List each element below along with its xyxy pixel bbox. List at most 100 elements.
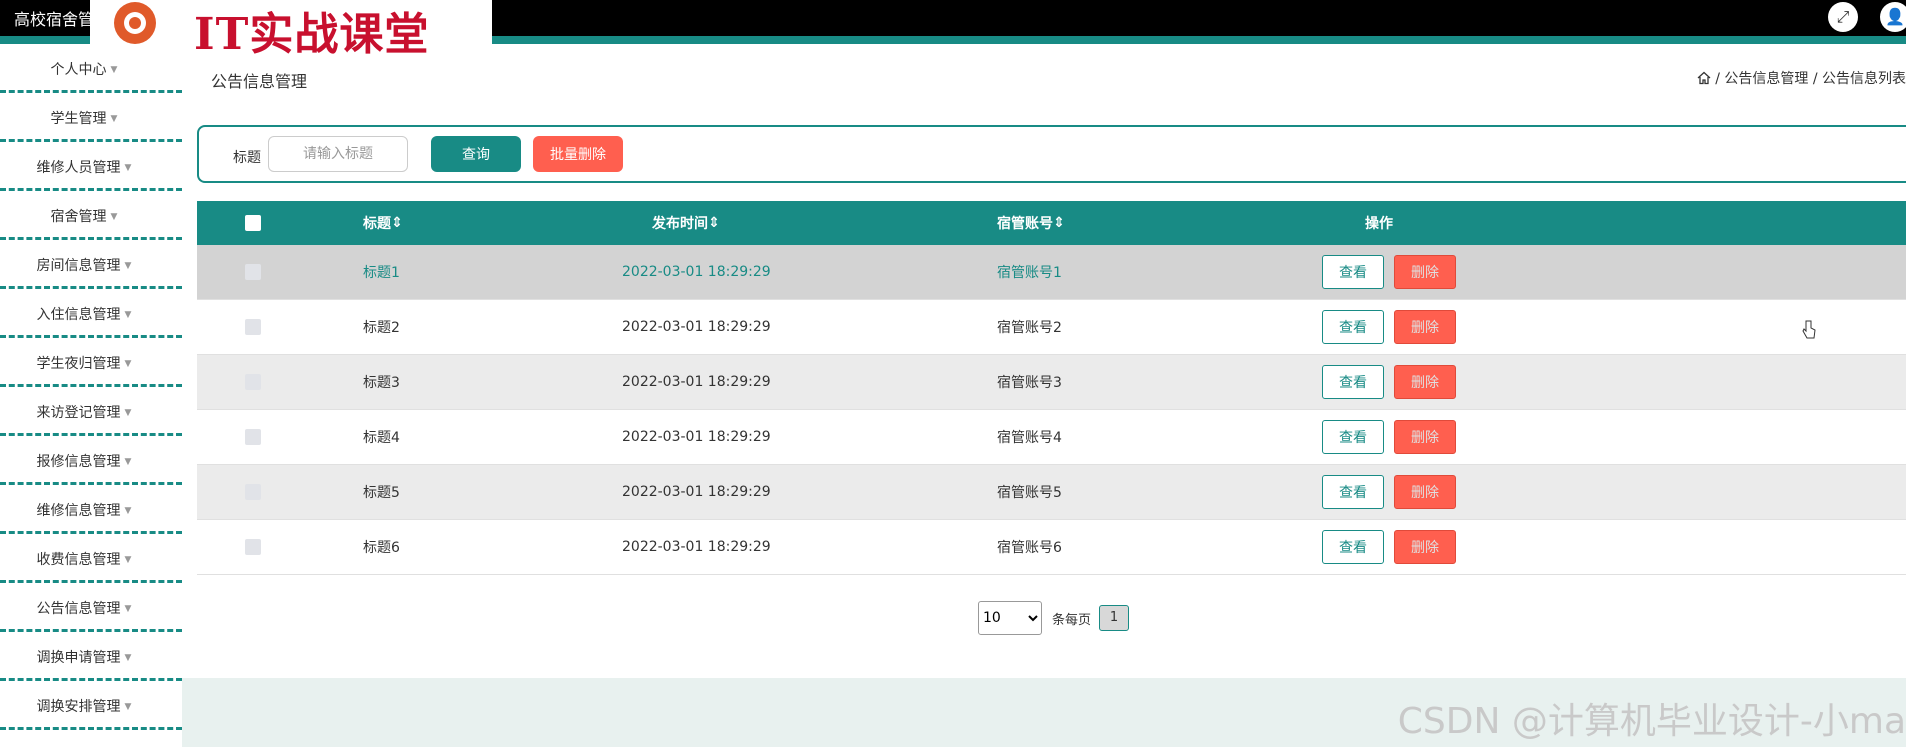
row-account: 宿管账号1 [997, 265, 1062, 281]
header-account[interactable]: 宿管账号 ⇕ [997, 201, 1065, 245]
delete-button[interactable]: 删除 [1394, 530, 1456, 564]
view-button[interactable]: 查看 [1322, 475, 1384, 509]
watermark: CSDN @计算机毕业设计-小ma [1397, 701, 1906, 742]
search-input[interactable] [268, 136, 408, 172]
sidebar-item-label: 收费信息管理 [36, 552, 121, 568]
delete-button[interactable]: 删除 [1394, 420, 1456, 454]
view-button[interactable]: 查看 [1322, 530, 1384, 564]
logo: IT实战课堂 [90, 0, 492, 60]
row-checkbox[interactable] [245, 374, 261, 390]
sidebar-item-label: 公告信息管理 [36, 601, 121, 617]
caret-down-icon: ▼ [110, 114, 118, 124]
caret-down-icon: ▼ [124, 555, 132, 565]
sidebar-item-late-return[interactable]: 学生夜归管理 ▼ [0, 338, 182, 387]
sidebar-item-label: 学生夜归管理 [36, 356, 121, 372]
caret-down-icon: ▼ [124, 163, 132, 173]
page-size-select[interactable]: 10 20 50 [978, 601, 1042, 635]
row-account: 宿管账号6 [997, 540, 1062, 556]
page-number-button[interactable]: 1 [1099, 605, 1130, 631]
sidebar-item-checkin[interactable]: 入住信息管理 ▼ [0, 289, 182, 338]
sidebar-item-label: 个人中心 [50, 62, 107, 78]
sidebar-item-announcements[interactable]: 公告信息管理 ▼ [0, 583, 182, 632]
main-content: 公告信息管理 / 公告信息管理 / 公告信息列表 标题 查询 批量删除 标题⇕ … [182, 44, 1906, 747]
delete-button[interactable]: 删除 [1394, 475, 1456, 509]
delete-button[interactable]: 删除 [1394, 255, 1456, 289]
caret-down-icon: ▼ [124, 702, 132, 712]
row-title: 标题3 [363, 375, 400, 391]
view-button[interactable]: 查看 [1322, 420, 1384, 454]
row-account: 宿管账号4 [997, 430, 1062, 446]
sidebar-item-dorms[interactable]: 宿舍管理 ▼ [0, 191, 182, 240]
delete-button[interactable]: 删除 [1394, 365, 1456, 399]
sidebar-item-repair-staff[interactable]: 维修人员管理 ▼ [0, 142, 182, 191]
breadcrumb-level1[interactable]: 公告信息管理 [1724, 71, 1808, 87]
view-button[interactable]: 查看 [1322, 365, 1384, 399]
sidebar-item-label: 维修信息管理 [36, 503, 121, 519]
sidebar-item-students[interactable]: 学生管理 ▼ [0, 93, 182, 142]
row-checkbox[interactable] [245, 539, 261, 555]
table-header: 标题 ⇕ 发布时间 ⇕ 宿管账号 ⇕ 操作 [197, 201, 1906, 245]
sidebar-item-visitors[interactable]: 来访登记管理 ▼ [0, 387, 182, 436]
row-title: 标题6 [363, 540, 400, 556]
sidebar-item-label: 入住信息管理 [36, 307, 121, 323]
logo-mark [114, 2, 156, 44]
batch-delete-button[interactable]: 批量删除 [533, 136, 623, 172]
breadcrumb: / 公告信息管理 / 公告信息列表 [1697, 68, 1906, 88]
row-checkbox[interactable] [245, 484, 261, 500]
table-row[interactable]: 标题3 2022-03-01 18:29:29 宿管账号3 查看 删除 [197, 355, 1906, 410]
table-row[interactable]: 标题4 2022-03-01 18:29:29 宿管账号4 查看 删除 [197, 410, 1906, 465]
sidebar-item-label: 来访登记管理 [36, 405, 121, 421]
caret-down-icon: ▼ [124, 408, 132, 418]
row-account: 宿管账号2 [997, 320, 1062, 336]
sidebar-item-label: 维修人员管理 [36, 160, 121, 176]
breadcrumb-level2: 公告信息列表 [1822, 71, 1906, 87]
table-row[interactable]: 标题5 2022-03-01 18:29:29 宿管账号5 查看 删除 [197, 465, 1906, 520]
delete-button[interactable]: 删除 [1394, 310, 1456, 344]
view-button[interactable]: 查看 [1322, 255, 1384, 289]
sidebar-item-swap-requests[interactable]: 调换申请管理 ▼ [0, 632, 182, 681]
row-title: 标题4 [363, 430, 400, 446]
caret-down-icon: ▼ [124, 506, 132, 516]
row-checkbox[interactable] [245, 319, 261, 335]
row-title: 标题1 [363, 265, 400, 281]
row-title: 标题2 [363, 320, 400, 336]
expand-icon[interactable]: ⤢ [1828, 2, 1858, 32]
row-title: 标题5 [363, 485, 400, 501]
row-time: 2022-03-01 18:29:29 [622, 264, 771, 280]
row-time: 2022-03-01 18:29:29 [622, 429, 771, 445]
row-time: 2022-03-01 18:29:29 [622, 374, 771, 390]
table-row[interactable]: 标题1 2022-03-01 18:29:29 宿管账号1 查看 删除 [197, 245, 1906, 300]
sidebar-item-label: 房间信息管理 [36, 258, 121, 274]
sidebar-item-repair-requests[interactable]: 报修信息管理 ▼ [0, 436, 182, 485]
app-title: 高校宿舍管理系统 [14, 10, 94, 29]
caret-down-icon: ▼ [124, 359, 132, 369]
row-account: 宿管账号3 [997, 375, 1062, 391]
query-button[interactable]: 查询 [431, 136, 521, 172]
sort-icon: ⇕ [1053, 215, 1065, 231]
table-row[interactable]: 标题2 2022-03-01 18:29:29 宿管账号2 查看 删除 [197, 300, 1906, 355]
user-icon[interactable]: 👤 [1880, 2, 1906, 32]
row-time: 2022-03-01 18:29:29 [622, 319, 771, 335]
row-time: 2022-03-01 18:29:29 [622, 539, 771, 555]
select-all-checkbox[interactable] [245, 215, 261, 231]
row-checkbox[interactable] [245, 264, 261, 280]
sidebar-item-label: 调换申请管理 [36, 650, 121, 666]
header-title[interactable]: 标题 ⇕ [363, 201, 403, 245]
caret-down-icon: ▼ [110, 212, 118, 222]
search-panel: 标题 查询 批量删除 [197, 125, 1906, 183]
caret-down-icon: ▼ [124, 457, 132, 467]
view-button[interactable]: 查看 [1322, 310, 1384, 344]
header-time[interactable]: 发布时间 ⇕ [652, 201, 720, 245]
row-account: 宿管账号5 [997, 485, 1062, 501]
sidebar-item-label: 调换安排管理 [36, 699, 121, 715]
caret-down-icon: ▼ [124, 604, 132, 614]
sidebar-item-repairs[interactable]: 维修信息管理 ▼ [0, 485, 182, 534]
row-checkbox[interactable] [245, 429, 261, 445]
sidebar-item-swap-arrangements[interactable]: 调换安排管理 ▼ [0, 681, 182, 730]
home-icon[interactable] [1697, 71, 1711, 85]
sidebar-item-fees[interactable]: 收费信息管理 ▼ [0, 534, 182, 583]
sidebar-item-personal-center[interactable]: 个人中心 ▼ [0, 44, 182, 93]
sidebar-item-rooms[interactable]: 房间信息管理 ▼ [0, 240, 182, 289]
table-row[interactable]: 标题6 2022-03-01 18:29:29 宿管账号6 查看 删除 [197, 520, 1906, 575]
per-page-label: 条每页 [1052, 612, 1092, 628]
